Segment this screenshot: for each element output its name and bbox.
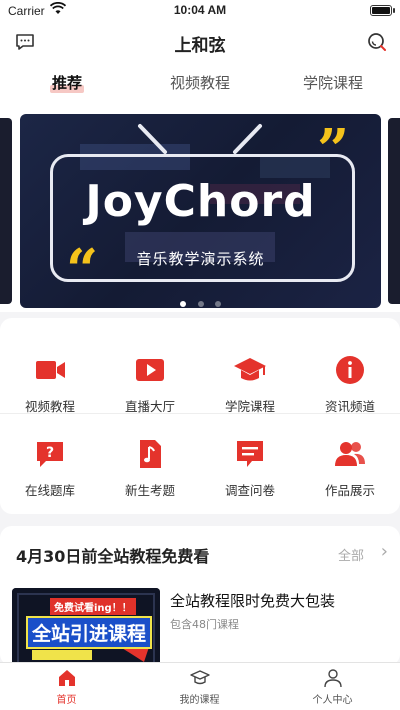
menu-label: 调查问卷 [224,483,275,498]
battery-tip [393,8,395,13]
menu-item-freshman-exam[interactable]: 新生考题 [100,436,200,499]
banner-slide[interactable]: ” “ JoyChord 音乐教学演示系统 [20,114,381,308]
menu-label: 在线题库 [24,483,75,498]
tabbar-item-my-courses[interactable]: 我的课程 [133,668,266,706]
users-icon [335,442,365,466]
graduation-cap-outline-icon [189,670,210,685]
tab-academy-courses[interactable]: 学院课程 [303,72,363,93]
tabbar-label: 首页 [56,695,77,706]
tabbar-label: 个人中心 [312,695,353,706]
banner-next-slide[interactable] [388,118,400,304]
menu-item-live-hall[interactable]: 直播大厅 [100,352,200,415]
nav-bar: 上和弦 [0,22,400,62]
search-icon[interactable] [366,31,388,53]
menu-item-online-question-bank[interactable]: ? 在线题库 [0,436,100,499]
menu-item-academy-courses[interactable]: 学院课程 [200,352,300,415]
menu-divider [0,413,400,414]
category-tabs: 推荐 视频教程 学院课程 [0,62,400,104]
bottom-tab-bar: 首页 我的课程 个人中心 [0,662,400,710]
course-subtitle: 包含48门课程 [170,618,239,631]
status-time: 10:04 AM [173,3,227,17]
status-bar: Carrier 10:04 AM [0,0,400,22]
page-title: 上和弦 [174,36,226,56]
menu-item-news-channel[interactable]: 资讯频道 [300,352,400,415]
banner-subtitle: 音乐教学演示系统 [136,250,265,268]
chat-form-icon [237,441,263,467]
section-heading: 4月30日前全站教程免费看 [16,547,210,566]
tab-label: 推荐 [52,74,83,92]
menu-item-video-tutorials[interactable]: 视频教程 [0,352,100,415]
course-title[interactable]: 全站教程限时免费大包装 [170,590,335,611]
tabbar-item-profile[interactable]: 个人中心 [266,668,399,706]
tab-label: 视频教程 [170,74,231,92]
question-icon: ? [37,442,63,467]
menu-label: 新生考题 [124,483,175,498]
chevron-right-icon[interactable]: › [381,541,388,562]
info-icon [336,356,364,384]
video-camera-icon [36,361,65,379]
tab-label: 学院课程 [303,74,364,92]
menu-label: 作品展示 [324,483,375,498]
banner-brand: JoyChord [85,176,316,227]
carousel-dot[interactable] [180,301,187,307]
thumbnail-title: 全站引进课程 [26,616,153,649]
carousel-dot[interactable] [214,301,221,307]
feature-menu: 视频教程 直播大厅 学院课程 资讯频道 ? 在线题库 新生考题 调查问卷 作品展… [0,318,400,514]
close-quote-mark: ” [317,117,350,183]
person-icon [323,669,342,688]
svg-text:?: ? [46,445,54,461]
battery-icon [370,5,392,16]
play-icon [136,359,164,381]
graduation-cap-icon [234,358,266,381]
home-icon [58,670,75,686]
music-note-icon [140,440,161,468]
carousel-dots [20,292,381,308]
tab-recommend[interactable]: 推荐 [50,72,85,93]
banner-prev-slide[interactable] [0,118,12,304]
menu-item-survey[interactable]: 调查问卷 [200,436,300,499]
banner-carousel[interactable]: ” “ JoyChord 音乐教学演示系统 [0,104,400,312]
thumbnail-badge: 免费试看ing！！ [50,598,136,615]
tabbar-item-home[interactable]: 首页 [0,668,133,706]
view-all-link[interactable]: 全部 [338,545,364,564]
tabbar-label: 我的课程 [179,695,220,706]
carousel-dot[interactable] [197,301,204,307]
tab-video-tutorials[interactable]: 视频教程 [170,72,230,93]
free-courses-section: 4月30日前全站教程免费看 全部 › 免费试看ing！！ 全站引进课程 全站教程… [0,526,400,674]
menu-item-works-showcase[interactable]: 作品展示 [300,436,400,499]
